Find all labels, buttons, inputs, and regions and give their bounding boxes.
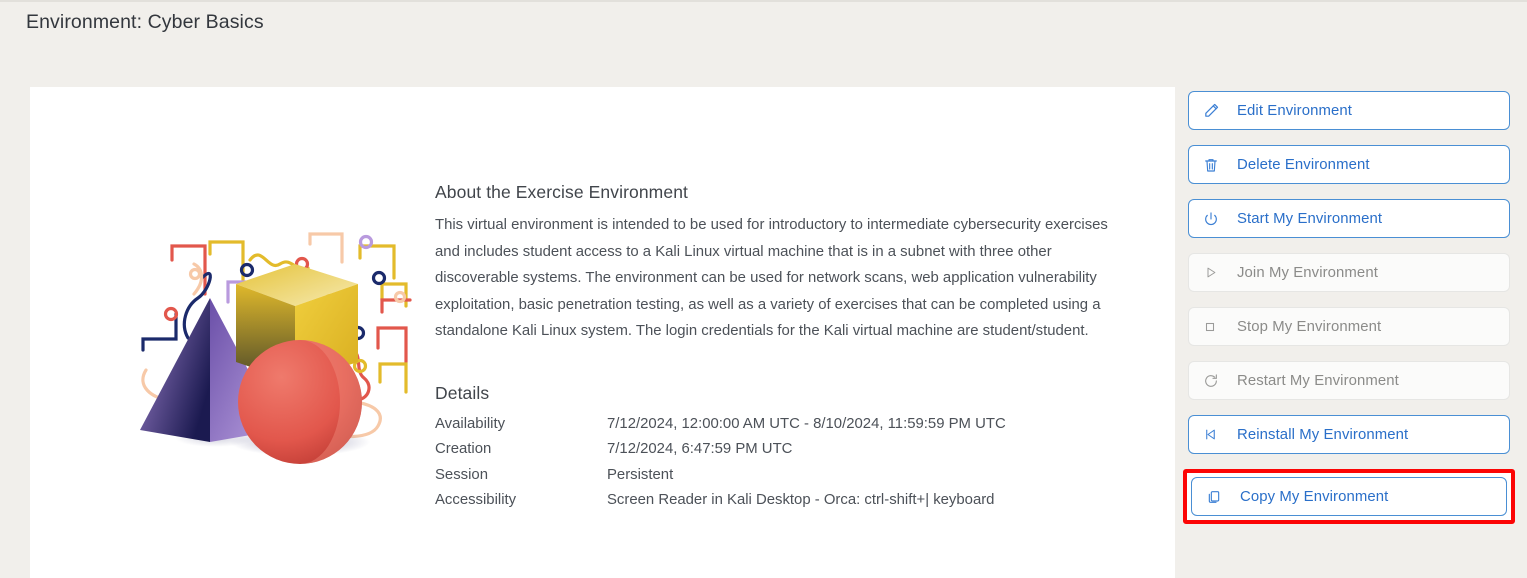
- detail-value: 7/12/2024, 6:47:59 PM UTC: [607, 441, 793, 457]
- stop-icon: [1203, 320, 1229, 334]
- trash-icon: [1203, 157, 1229, 173]
- details-table: Availability 7/12/2024, 12:00:00 AM UTC …: [435, 413, 1006, 515]
- copy-environment-highlight: Copy My Environment: [1183, 469, 1515, 524]
- copy-environment-label: Copy My Environment: [1240, 488, 1389, 505]
- reinstall-environment-button[interactable]: Reinstall My Environment: [1188, 415, 1510, 454]
- table-row: Availability 7/12/2024, 12:00:00 AM UTC …: [435, 413, 1006, 439]
- detail-label: Session: [435, 466, 488, 483]
- environment-card: About the Exercise Environment This virt…: [30, 87, 1175, 578]
- detail-label: Accessibility: [435, 492, 517, 508]
- join-environment-label: Join My Environment: [1237, 264, 1378, 281]
- edit-environment-button[interactable]: Edit Environment: [1188, 91, 1510, 130]
- page-title: Environment: Cyber Basics: [26, 11, 264, 33]
- about-body: This virtual environment is intended to …: [435, 217, 1108, 339]
- restart-icon: [1203, 373, 1229, 389]
- power-icon: [1203, 211, 1229, 227]
- details-heading: Details: [435, 382, 490, 403]
- join-environment-button[interactable]: Join My Environment: [1188, 253, 1510, 292]
- delete-environment-button[interactable]: Delete Environment: [1188, 145, 1510, 184]
- detail-label: Availability: [435, 415, 506, 432]
- environment-details-page: Environment: Cyber Basics About the Exer…: [0, 0, 1527, 578]
- detail-label: Creation: [435, 441, 492, 457]
- about-heading: About the Exercise Environment: [435, 182, 688, 202]
- start-environment-button[interactable]: Start My Environment: [1188, 199, 1510, 238]
- abstract-3d-shapes-illustration: [110, 202, 440, 482]
- restart-environment-button[interactable]: Restart My Environment: [1188, 361, 1510, 400]
- detail-value: Screen Reader in Kali Desktop - Orca: ct…: [607, 492, 995, 508]
- stop-environment-button[interactable]: Stop My Environment: [1188, 307, 1510, 346]
- environment-actions-panel: Edit Environment Delete Environment Star…: [1183, 91, 1515, 539]
- table-row: Session Persistent: [435, 464, 1006, 490]
- restart-environment-label: Restart My Environment: [1237, 372, 1399, 389]
- start-environment-label: Start My Environment: [1237, 210, 1383, 227]
- environment-content: About the Exercise Environment This virt…: [435, 182, 1155, 515]
- play-icon: [1203, 265, 1229, 280]
- copy-environment-button[interactable]: Copy My Environment: [1191, 477, 1507, 516]
- top-divider: [0, 0, 1527, 2]
- delete-environment-label: Delete Environment: [1237, 156, 1370, 173]
- copy-icon: [1206, 489, 1232, 505]
- pencil-icon: [1203, 102, 1229, 119]
- skip-back-icon: [1203, 427, 1229, 442]
- edit-environment-label: Edit Environment: [1237, 102, 1352, 119]
- detail-value: Persistent: [607, 466, 674, 483]
- stop-environment-label: Stop My Environment: [1237, 318, 1382, 335]
- detail-value: 7/12/2024, 12:00:00 AM UTC - 8/10/2024, …: [607, 415, 1006, 432]
- table-row: Creation 7/12/2024, 6:47:59 PM UTC: [435, 438, 1006, 464]
- reinstall-environment-label: Reinstall My Environment: [1237, 426, 1409, 443]
- table-row: Accessibility Screen Reader in Kali Desk…: [435, 489, 1006, 515]
